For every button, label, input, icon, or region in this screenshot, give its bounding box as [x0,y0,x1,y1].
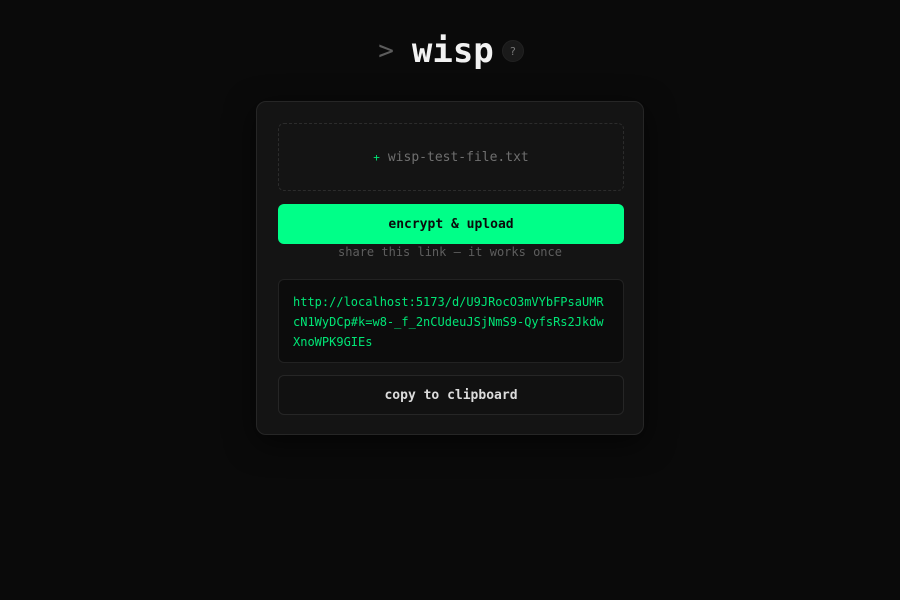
header: > wisp ? [0,30,900,72]
prompt-chevron-icon: > [378,36,394,66]
plus-icon: + [373,150,380,164]
copy-to-clipboard-button[interactable]: copy to clipboard [278,375,624,415]
page: > wisp ? + wisp-test-file.txt encrypt & … [0,0,900,600]
share-hint: share this link — it works once [338,245,562,259]
file-dropzone[interactable]: + wisp-test-file.txt [278,123,624,191]
selected-file-name: wisp-test-file.txt [387,149,529,165]
share-link-output[interactable]: http://localhost:5173/d/U9JRocO3mVYbFPsa… [278,279,624,363]
app-title: wisp [411,31,494,71]
upload-card: + wisp-test-file.txt encrypt & upload sh… [256,101,644,435]
help-icon[interactable]: ? [501,40,524,62]
encrypt-upload-button[interactable]: encrypt & upload [278,204,624,244]
